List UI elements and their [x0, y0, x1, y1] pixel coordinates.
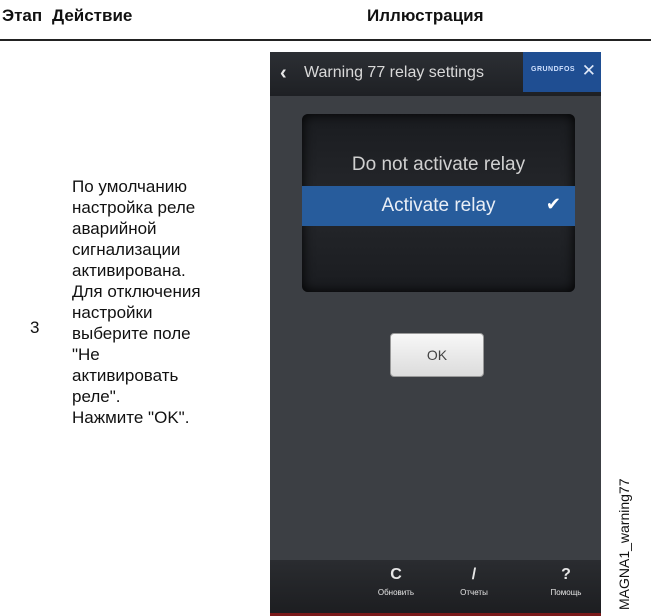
- pencil-icon: /: [471, 566, 477, 583]
- relay-option-picker[interactable]: Do not activate relay Activate relay ✔: [302, 114, 575, 292]
- tab-help-label: Помощь: [550, 588, 582, 597]
- brand-logo-text: GRUNDFOS: [531, 66, 576, 73]
- action-line: "Не: [72, 345, 100, 364]
- help-icon: ?: [561, 566, 571, 583]
- ok-button[interactable]: OK: [390, 333, 484, 377]
- phone-top-bar: ‹ Warning 77 relay settings GRUNDFOS ✕: [270, 52, 601, 96]
- tab-refresh[interactable]: C Обновить: [361, 566, 431, 597]
- back-chevron-icon[interactable]: ‹: [280, 62, 287, 85]
- phone-bottom-toolbar: C Обновить / Отчеты ? Помощь: [270, 560, 601, 616]
- action-text: По умолчанию настройка реле аварийной си…: [72, 176, 262, 428]
- tab-refresh-label: Обновить: [377, 588, 415, 597]
- option-activate-relay-selected[interactable]: Activate relay ✔: [302, 186, 575, 226]
- tab-reports[interactable]: / Отчеты: [439, 566, 509, 597]
- action-line: сигнализации: [72, 240, 181, 259]
- option-do-not-activate-relay[interactable]: Do not activate relay: [302, 154, 575, 176]
- action-line: Для отключения: [72, 282, 201, 301]
- step-number: 3: [30, 318, 40, 337]
- action-line: активирована.: [72, 261, 186, 280]
- action-line: аварийной: [72, 219, 157, 238]
- header-illustration: Иллюстрация: [367, 6, 484, 25]
- grundfos-logo: GRUNDFOS ✕: [523, 52, 601, 92]
- figure-id-label: MAGNA1_warning77: [616, 478, 632, 610]
- phone-screen-title: Warning 77 relay settings: [304, 64, 484, 81]
- header-action: Действие: [52, 6, 133, 25]
- action-line: активировать: [72, 366, 179, 385]
- action-line: выберите поле: [72, 324, 191, 343]
- refresh-icon: C: [390, 566, 402, 583]
- close-icon[interactable]: ✕: [582, 61, 596, 81]
- header-step: Этап: [2, 6, 43, 25]
- phone-screenshot: ‹ Warning 77 relay settings GRUNDFOS ✕ D…: [270, 52, 601, 616]
- action-line: настройки: [72, 303, 153, 322]
- option-activate-relay-label: Activate relay: [381, 195, 496, 216]
- action-line: По умолчанию: [72, 177, 187, 196]
- tab-reports-label: Отчеты: [460, 588, 488, 597]
- action-line: реле".: [72, 387, 121, 406]
- checkmark-icon: ✔: [545, 194, 561, 214]
- action-line: Нажмите "OK".: [72, 408, 190, 427]
- header-rule: [0, 39, 651, 41]
- action-line: настройка реле: [72, 198, 196, 217]
- tab-help[interactable]: ? Помощь: [531, 566, 601, 597]
